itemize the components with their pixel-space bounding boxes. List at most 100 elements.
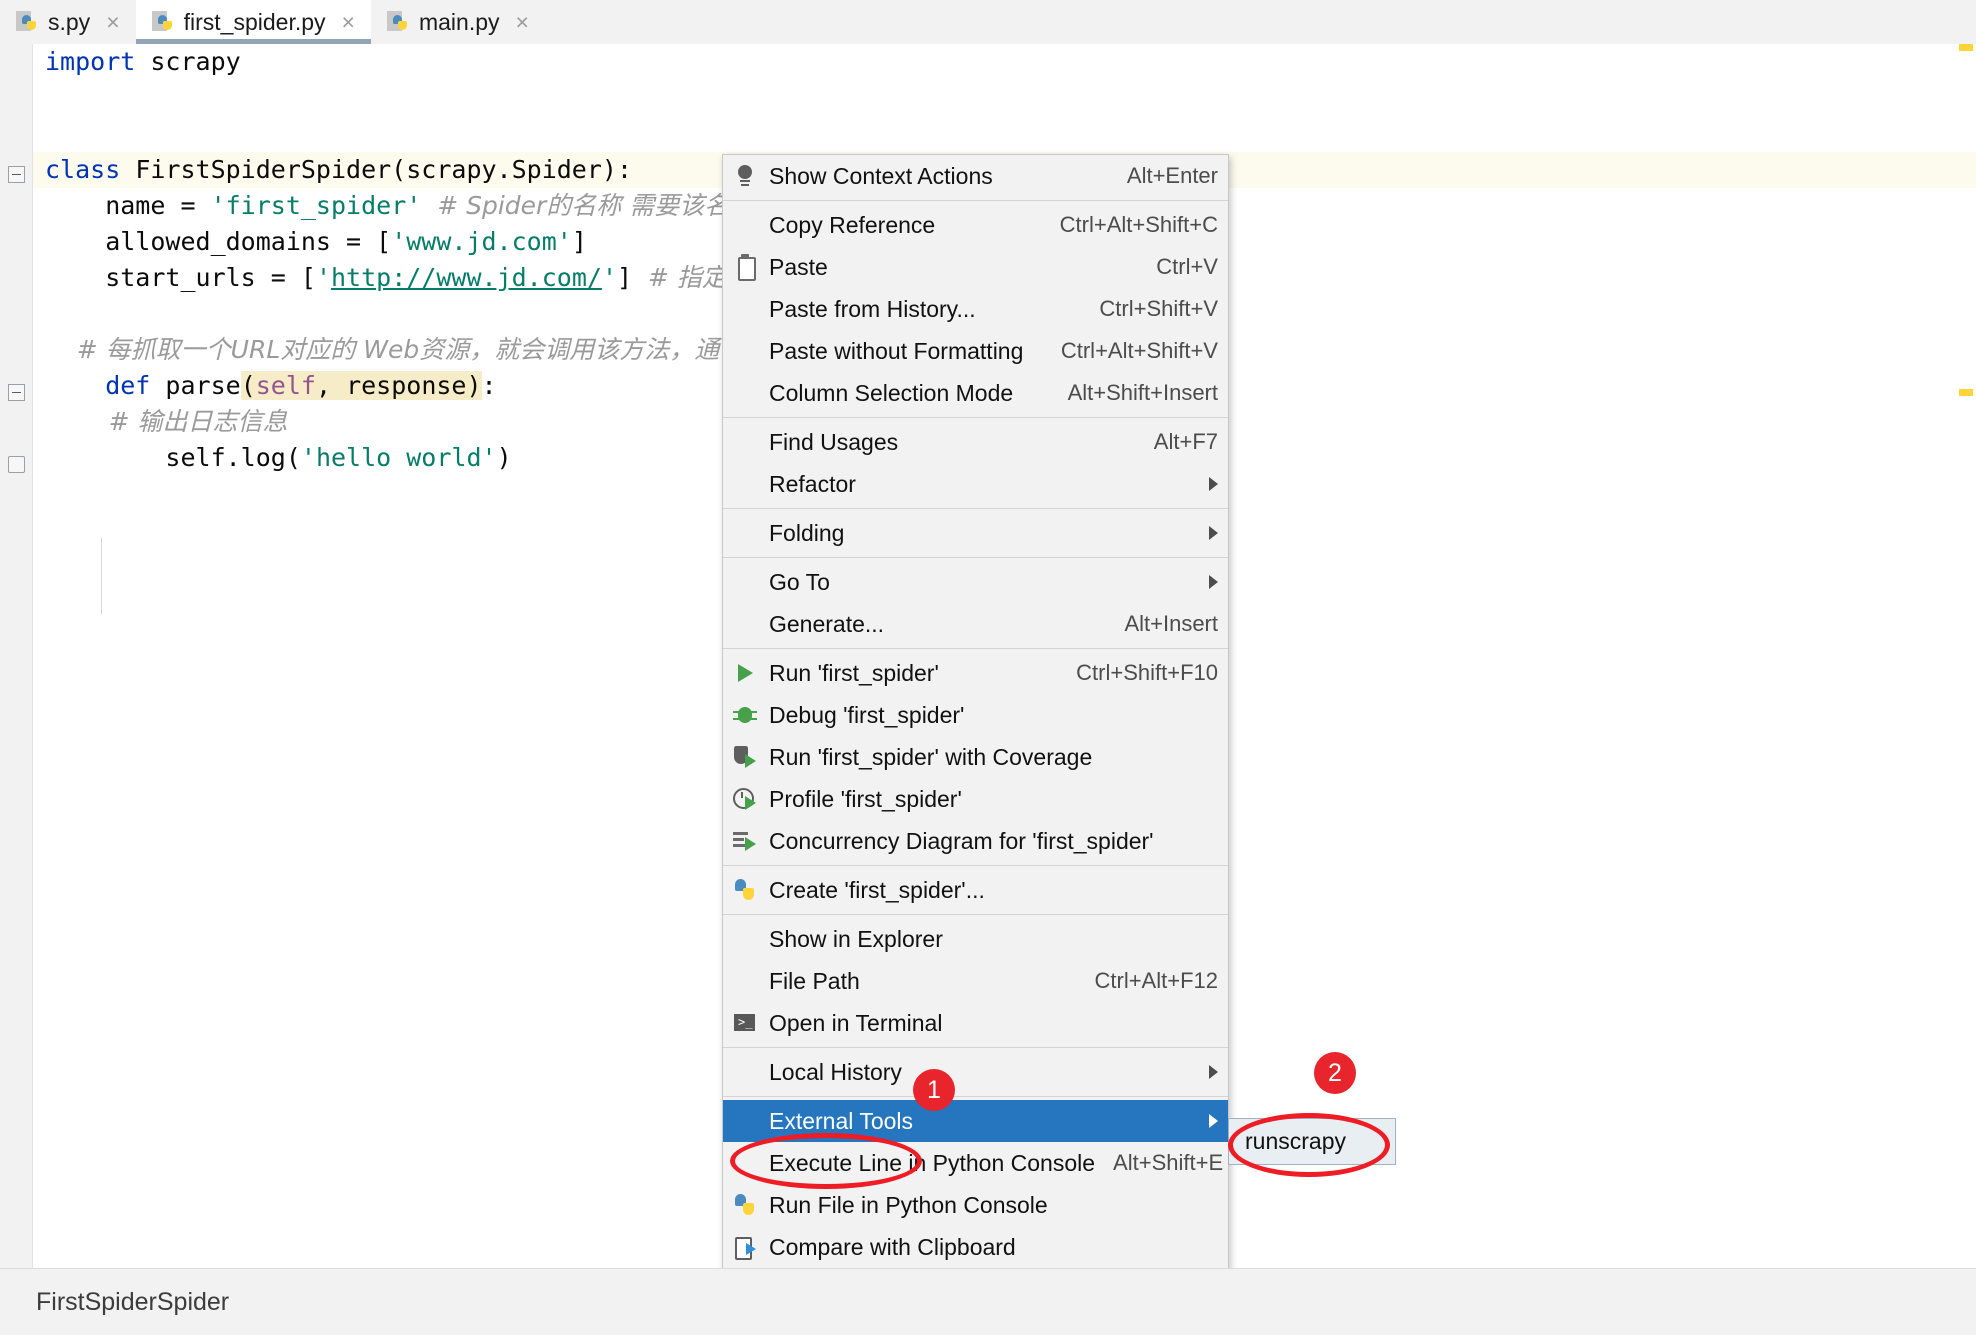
menu-item-compare-with-clipboard[interactable]: Compare with Clipboard bbox=[723, 1226, 1228, 1268]
menu-item-shortcut: Alt+Shift+E bbox=[1113, 1150, 1224, 1175]
code-token: .log( bbox=[225, 443, 301, 472]
clipboard-icon bbox=[731, 253, 759, 281]
annotation-ellipse-runscrapy bbox=[1228, 1113, 1390, 1177]
code-token: allowed_domains = [ bbox=[45, 227, 392, 256]
menu-item-label: Generate... bbox=[769, 610, 885, 637]
menu-item-label: Go To bbox=[769, 568, 830, 595]
close-icon[interactable]: × bbox=[516, 9, 529, 36]
tab-first-spider-py[interactable]: first_spider.py × bbox=[135, 0, 372, 44]
menu-item-label: Paste without Formatting bbox=[769, 337, 1024, 364]
no-icon bbox=[731, 925, 759, 953]
menu-item-run-first-spider[interactable]: Run 'first_spider' Ctrl+Shift+F10 bbox=[723, 652, 1228, 694]
code-token: # 每抓取一个URL对应的 Web资源，就会调用该方法，通 bbox=[45, 335, 720, 364]
menu-separator bbox=[723, 1047, 1228, 1048]
menu-item-copy-reference[interactable]: Copy Reference Ctrl+Alt+Shift+C bbox=[723, 204, 1228, 246]
status-bar: FirstSpiderSpider bbox=[0, 1268, 1976, 1335]
menu-item-paste[interactable]: Paste Ctrl+V bbox=[723, 246, 1228, 288]
menu-item-label: Open in Terminal bbox=[769, 1009, 943, 1036]
menu-item-find-usages[interactable]: Find Usages Alt+F7 bbox=[723, 421, 1228, 463]
menu-item-refactor[interactable]: Refactor bbox=[723, 463, 1228, 505]
menu-item-profile-first-spider[interactable]: Profile 'first_spider' bbox=[723, 778, 1228, 820]
tab-label: main.py bbox=[418, 8, 500, 35]
menu-item-paste-without-formatting[interactable]: Paste without Formatting Ctrl+Alt+Shift+V bbox=[723, 330, 1228, 372]
python-file-icon bbox=[386, 11, 409, 33]
menu-item-shortcut: Ctrl+Alt+Shift+C bbox=[1059, 212, 1218, 237]
menu-item-folding[interactable]: Folding bbox=[723, 512, 1228, 554]
code-token: 'www.jd.com' bbox=[391, 227, 572, 256]
menu-item-label: Folding bbox=[769, 519, 845, 546]
menu-item-generate[interactable]: Generate... Alt+Insert bbox=[723, 603, 1228, 645]
code-token: ] bbox=[617, 263, 633, 292]
menu-item-create-first-spider[interactable]: Create 'first_spider'... bbox=[723, 869, 1228, 911]
error-stripe-marker[interactable] bbox=[1959, 389, 1973, 396]
menu-item-label: Debug 'first_spider' bbox=[769, 701, 965, 728]
code-line[interactable] bbox=[33, 116, 1976, 152]
breadcrumb[interactable]: FirstSpiderSpider bbox=[0, 1288, 229, 1317]
menu-item-shortcut: Alt+Enter bbox=[1126, 163, 1218, 188]
menu-item-label: Local History bbox=[769, 1058, 902, 1085]
editor-tab-bar: s.py × first_spider.py × main.py × bbox=[0, 0, 1976, 45]
error-stripe-marker[interactable] bbox=[1959, 44, 1973, 51]
menu-item-label: Create 'first_spider'... bbox=[769, 876, 985, 903]
fold-marker-icon[interactable] bbox=[8, 456, 25, 473]
editor-gutter[interactable] bbox=[0, 44, 33, 1269]
tab-main-py[interactable]: main.py × bbox=[371, 0, 545, 44]
menu-item-column-selection-mode[interactable]: Column Selection Mode Alt+Shift+Insert bbox=[723, 372, 1228, 414]
code-token: FirstSpiderSpider(scrapy.Spider): bbox=[135, 155, 633, 184]
menu-item-debug-first-spider[interactable]: Debug 'first_spider' bbox=[723, 694, 1228, 736]
menu-item-label: External Tools bbox=[769, 1107, 914, 1134]
no-icon bbox=[731, 470, 759, 498]
menu-item-show-context-actions[interactable]: Show Context Actions Alt+Enter bbox=[723, 155, 1228, 197]
menu-separator bbox=[723, 200, 1228, 201]
indent-guide bbox=[101, 538, 102, 614]
code-token: self bbox=[255, 371, 316, 400]
fold-collapse-icon[interactable] bbox=[8, 166, 25, 183]
annotation-ellipse-external-tools bbox=[730, 1133, 922, 1189]
menu-separator bbox=[723, 914, 1228, 915]
menu-item-file-path[interactable]: File Path Ctrl+Alt+F12 bbox=[723, 960, 1228, 1002]
compare-icon bbox=[731, 1233, 759, 1261]
run-play-icon bbox=[731, 659, 759, 687]
no-icon bbox=[731, 1058, 759, 1086]
code-token: ' bbox=[315, 263, 331, 292]
chevron-right-icon bbox=[1209, 575, 1218, 589]
annotation-badge-1: 1 bbox=[913, 1069, 955, 1111]
chevron-right-icon bbox=[1209, 477, 1218, 491]
menu-separator bbox=[723, 417, 1228, 418]
pycharm-editor-window: s.py × first_spider.py × main.py × impor… bbox=[0, 0, 1976, 1335]
menu-item-shortcut: Alt+F7 bbox=[1153, 429, 1218, 454]
code-token: ' bbox=[601, 263, 617, 292]
no-icon bbox=[731, 379, 759, 407]
no-icon bbox=[731, 428, 759, 456]
fold-collapse-icon[interactable] bbox=[8, 384, 25, 401]
close-icon[interactable]: × bbox=[342, 9, 355, 36]
code-line[interactable] bbox=[33, 80, 1976, 116]
menu-item-label: Compare with Clipboard bbox=[769, 1233, 1016, 1260]
menu-item-concurrency-diagram-for-first-spider[interactable]: Concurrency Diagram for 'first_spider' bbox=[723, 820, 1228, 862]
menu-item-open-in-terminal[interactable]: >_ Open in Terminal bbox=[723, 1002, 1228, 1044]
code-token: name = bbox=[45, 191, 211, 220]
tab-s-py[interactable]: s.py × bbox=[0, 0, 136, 44]
menu-item-label: Paste from History... bbox=[769, 295, 976, 322]
menu-item-paste-from-history[interactable]: Paste from History... Ctrl+Shift+V bbox=[723, 288, 1228, 330]
menu-item-shortcut: Ctrl+Shift+V bbox=[1099, 296, 1218, 321]
code-token: def bbox=[45, 371, 166, 400]
menu-item-go-to[interactable]: Go To bbox=[723, 561, 1228, 603]
no-icon bbox=[731, 211, 759, 239]
menu-item-shortcut: Ctrl+Alt+Shift+V bbox=[1060, 338, 1218, 363]
menu-item-label: Run File in Python Console bbox=[769, 1191, 1048, 1218]
menu-item-run-file-in-python-console[interactable]: Run File in Python Console bbox=[723, 1184, 1228, 1226]
menu-item-label: File Path bbox=[769, 967, 860, 994]
code-line[interactable]: import scrapy bbox=[33, 44, 1976, 80]
menu-item-show-in-explorer[interactable]: Show in Explorer bbox=[723, 918, 1228, 960]
code-token: import bbox=[45, 47, 151, 76]
code-token: # Spider的名称 需要该名 bbox=[421, 191, 730, 220]
python-icon bbox=[731, 1191, 759, 1219]
close-icon[interactable]: × bbox=[106, 9, 119, 36]
menu-item-run-first-spider-with-coverage[interactable]: Run 'first_spider' with Coverage bbox=[723, 736, 1228, 778]
terminal-icon: >_ bbox=[731, 1009, 759, 1037]
debug-bug-icon bbox=[731, 701, 759, 729]
code-token: 'first_spider' bbox=[210, 191, 422, 220]
menu-item-label: Refactor bbox=[769, 470, 856, 497]
menu-item-local-history[interactable]: Local History bbox=[723, 1051, 1228, 1093]
